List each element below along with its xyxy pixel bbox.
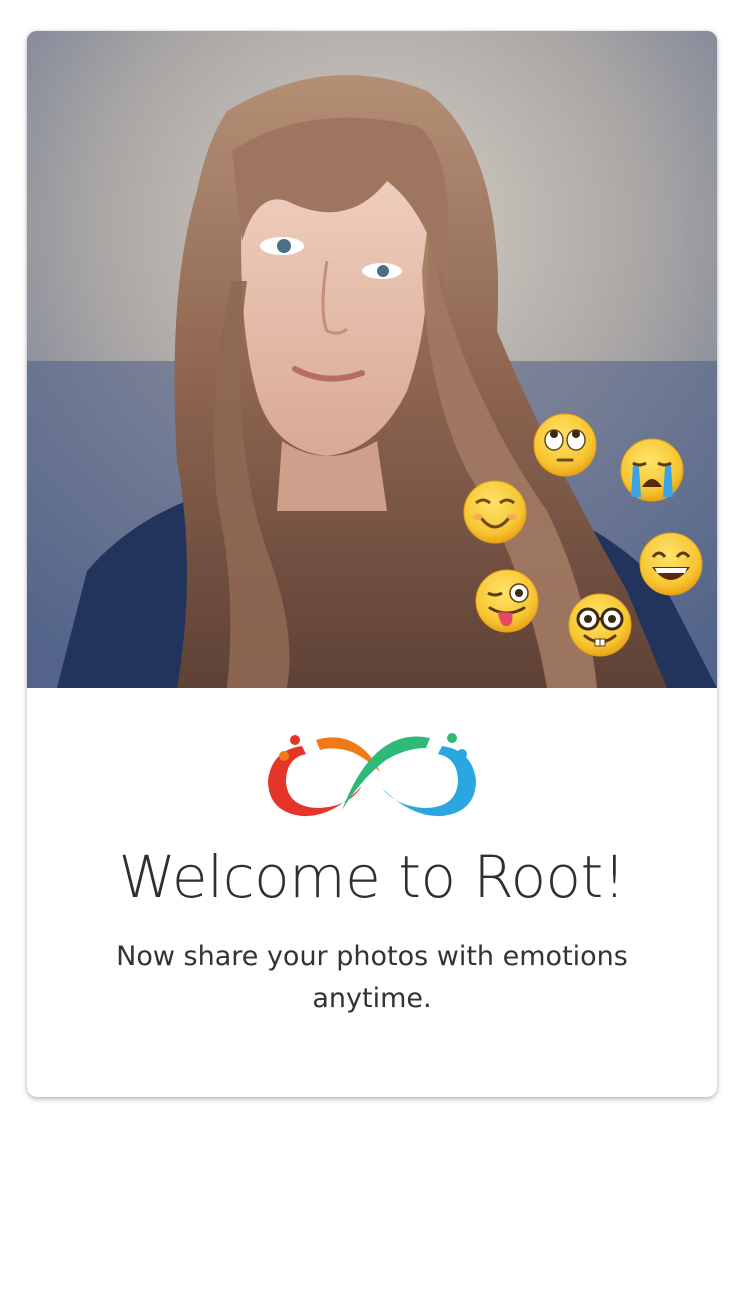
nerd-emoji-icon bbox=[568, 593, 632, 657]
eye-roll-emoji-icon bbox=[533, 413, 597, 477]
welcome-subtitle: Now share your photos with emotions anyt… bbox=[116, 941, 628, 1014]
welcome-title: Welcome to Root! bbox=[118, 843, 626, 911]
hero-photo bbox=[27, 31, 717, 688]
portrait-image bbox=[27, 31, 717, 688]
tongue-wink-emoji-icon bbox=[475, 569, 539, 633]
welcome-card: Welcome to Root! Now share your photos w… bbox=[27, 31, 717, 1097]
infinity-logo-icon bbox=[268, 733, 476, 817]
grin-emoji-icon bbox=[639, 532, 703, 596]
crying-emoji-icon bbox=[620, 438, 684, 502]
relieved-emoji-icon bbox=[463, 480, 527, 544]
